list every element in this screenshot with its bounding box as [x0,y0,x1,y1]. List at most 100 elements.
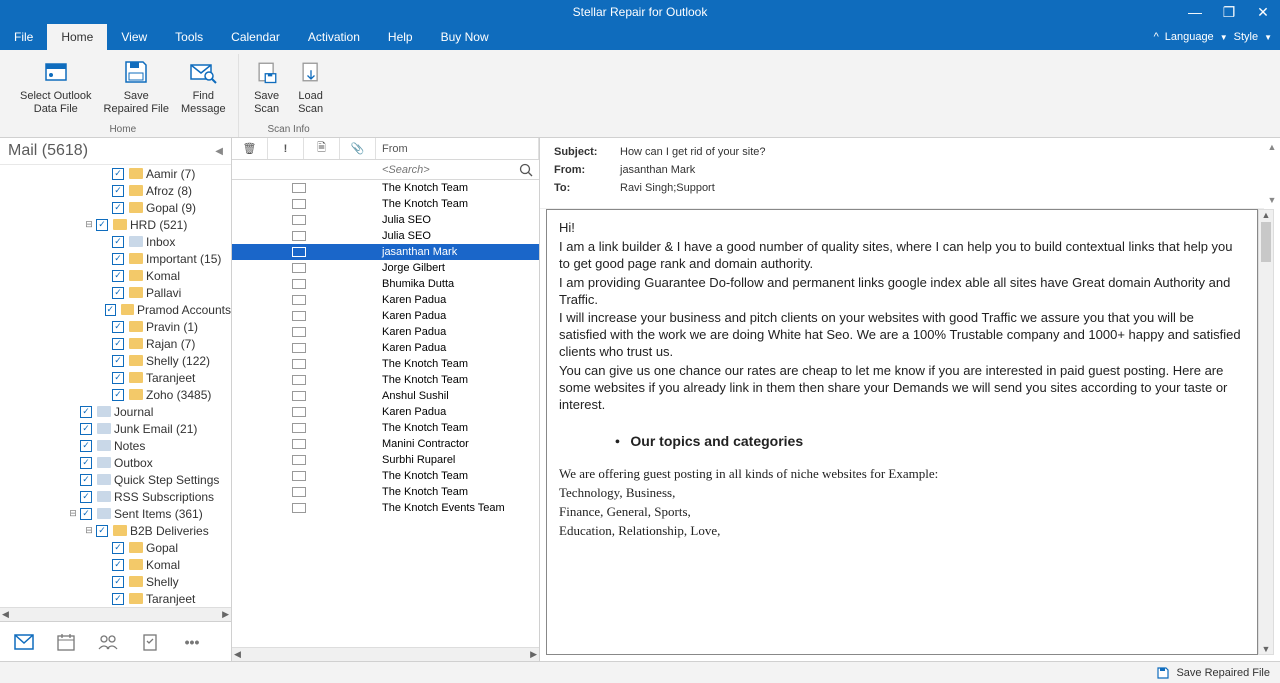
folder-checkbox[interactable]: ✓ [112,338,124,350]
folder-tree-item[interactable]: ✓ Komal [0,556,231,573]
folder-checkbox[interactable]: ✓ [112,287,124,299]
menu-activation[interactable]: Activation [294,24,374,50]
folder-tree-item[interactable]: ✓ Pravin (1) [0,318,231,335]
folder-tree-item[interactable]: ✓ Pallavi [0,284,231,301]
message-row[interactable]: Surbhi Ruparel [232,452,539,468]
folder-tree-item[interactable]: ⊟ ✓ B2B Deliveries [0,522,231,539]
message-row[interactable]: Karen Padua [232,308,539,324]
message-row[interactable]: Julia SEO [232,212,539,228]
message-row[interactable]: Bhumika Dutta [232,276,539,292]
folder-tree-item[interactable]: ✓ Inbox [0,233,231,250]
save-repaired-file-status-icon[interactable] [1156,666,1170,680]
col-type[interactable]: 🗎 [304,138,340,159]
folder-tree-item[interactable]: ✓ Taranjeet [0,369,231,386]
folder-checkbox[interactable]: ✓ [112,559,124,571]
message-row[interactable]: Karen Padua [232,340,539,356]
msglist-horizontal-scrollbar[interactable]: ◀▶ [232,647,539,661]
message-row[interactable]: Karen Padua [232,404,539,420]
folder-checkbox[interactable]: ✓ [80,474,92,486]
folder-tree-item[interactable]: ✓ Shelly [0,573,231,590]
save-repaired-file-button[interactable]: Save Repaired File [100,54,173,122]
find-message-button[interactable]: Find Message [177,54,230,122]
folder-checkbox[interactable]: ✓ [80,440,92,452]
close-button[interactable]: ✕ [1246,0,1280,24]
folder-tree[interactable]: ✓ Aamir (7) ✓ Afroz (8) ✓ Gopal (9) ⊟ ✓ … [0,165,231,607]
folder-checkbox[interactable]: ✓ [80,457,92,469]
save-repaired-file-status-label[interactable]: Save Repaired File [1176,667,1270,679]
style-dropdown[interactable]: Style [1234,31,1258,43]
folder-checkbox[interactable]: ✓ [80,423,92,435]
expand-toggle-icon[interactable]: ⊟ [68,508,78,519]
folder-tree-item[interactable]: ✓ Outbox [0,454,231,471]
folder-tree-item[interactable]: ✓ Aamir (7) [0,165,231,182]
folder-tree-item[interactable]: ✓ Junk Email (21) [0,420,231,437]
folder-tree-item[interactable]: ✓ Zoho (3485) [0,386,231,403]
folder-tree-item[interactable]: ✓ Journal [0,403,231,420]
minimize-button[interactable]: — [1178,0,1212,24]
contacts-nav-icon[interactable] [98,632,118,652]
calendar-nav-icon[interactable] [56,632,76,652]
folder-checkbox[interactable]: ✓ [80,508,92,520]
message-row[interactable]: Jorge Gilbert [232,260,539,276]
message-row[interactable]: Karen Padua [232,324,539,340]
folder-tree-item[interactable]: ✓ Gopal (9) [0,199,231,216]
language-dropdown[interactable]: Language [1165,31,1214,43]
message-row[interactable]: The Knotch Team [232,420,539,436]
folder-checkbox[interactable]: ✓ [112,321,124,333]
header-scrollbar[interactable]: ▲▼ [1264,138,1280,209]
folder-tree-item[interactable]: ✓ Afroz (8) [0,182,231,199]
folder-checkbox[interactable]: ✓ [112,185,124,197]
message-list[interactable]: The Knotch Team The Knotch Team Julia SE… [232,180,539,647]
search-icon[interactable] [519,163,533,177]
folder-checkbox[interactable]: ✓ [112,576,124,588]
message-row[interactable]: The Knotch Team [232,180,539,196]
search-input[interactable] [232,164,539,176]
col-delete[interactable]: 🗑 [232,138,268,159]
folder-tree-item[interactable]: ✓ Gopal [0,539,231,556]
message-row[interactable]: The Knotch Team [232,468,539,484]
folder-checkbox[interactable]: ✓ [112,542,124,554]
folder-tree-item[interactable]: ✓ Shelly (122) [0,352,231,369]
collapse-tree-icon[interactable]: ◀ [215,146,223,157]
col-from[interactable]: From [376,138,539,159]
message-row[interactable]: jasanthan Mark [232,244,539,260]
mail-nav-icon[interactable] [14,632,34,652]
folder-checkbox[interactable]: ✓ [112,168,124,180]
expand-toggle-icon[interactable]: ⊟ [84,219,94,230]
message-row[interactable]: The Knotch Team [232,484,539,500]
folder-checkbox[interactable]: ✓ [112,389,124,401]
expand-toggle-icon[interactable]: ⊟ [84,525,94,536]
menu-tools[interactable]: Tools [161,24,217,50]
tasks-nav-icon[interactable] [140,632,160,652]
folder-tree-item[interactable]: ✓ Rajan (7) [0,335,231,352]
folder-tree-item[interactable]: ✓ Notes [0,437,231,454]
col-importance[interactable]: ! [268,138,304,159]
folder-tree-item[interactable]: ✓ Important (15) [0,250,231,267]
folder-tree-item[interactable]: ✓ Quick Step Settings [0,471,231,488]
folder-tree-item[interactable]: ✓ Komal [0,267,231,284]
caret-icon[interactable]: ^ [1154,31,1159,43]
folder-checkbox[interactable]: ✓ [112,372,124,384]
folder-checkbox[interactable]: ✓ [112,270,124,282]
menu-file[interactable]: File [0,24,47,50]
message-row[interactable]: The Knotch Events Team [232,500,539,516]
message-row[interactable]: Karen Padua [232,292,539,308]
folder-checkbox[interactable]: ✓ [96,525,108,537]
message-row[interactable]: Manini Contractor [232,436,539,452]
folder-tree-item[interactable]: ⊟ ✓ Sent Items (361) [0,505,231,522]
menu-calendar[interactable]: Calendar [217,24,294,50]
message-row[interactable]: Anshul Sushil [232,388,539,404]
folder-checkbox[interactable]: ✓ [112,253,124,265]
message-body[interactable]: Hi! I am a link builder & I have a good … [546,209,1258,655]
message-row[interactable]: The Knotch Team [232,356,539,372]
menu-buy-now[interactable]: Buy Now [427,24,503,50]
folder-tree-item[interactable]: ⊟ ✓ HRD (521) [0,216,231,233]
message-row[interactable]: The Knotch Team [232,196,539,212]
menu-help[interactable]: Help [374,24,427,50]
message-row[interactable]: Julia SEO [232,228,539,244]
folder-checkbox[interactable]: ✓ [112,202,124,214]
body-scrollbar[interactable]: ▲ ▼ [1258,209,1274,655]
folder-checkbox[interactable]: ✓ [112,593,124,605]
message-row[interactable]: The Knotch Team [232,372,539,388]
folder-checkbox[interactable]: ✓ [112,236,124,248]
